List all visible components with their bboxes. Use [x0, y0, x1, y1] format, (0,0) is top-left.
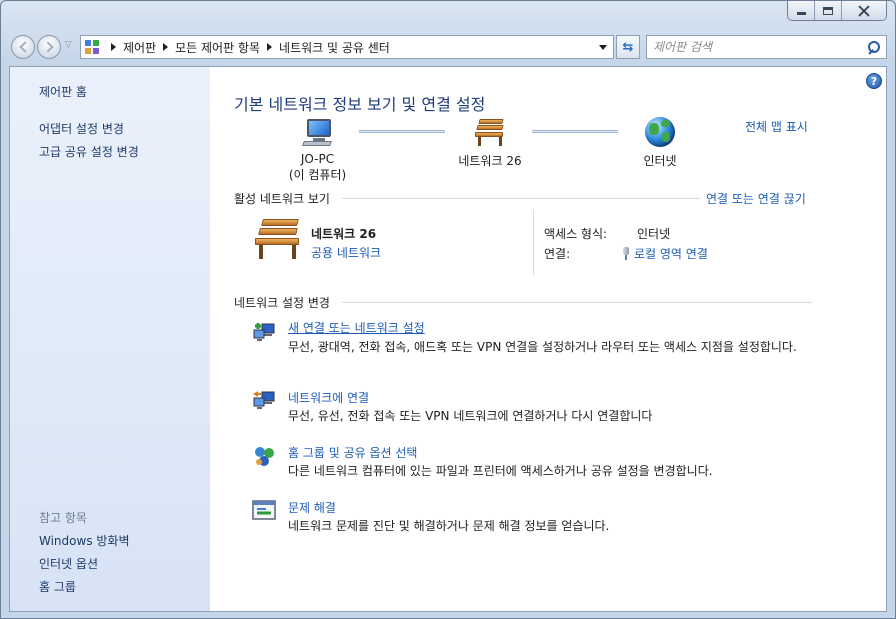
local-area-connection-link[interactable]: 로컬 영역 연결	[622, 245, 708, 262]
map-network-name: 네트워크 26	[458, 154, 522, 168]
main-panel: ? 기본 네트워크 정보 보기 및 연결 설정 전체 맵 표시 JO-PC (이…	[210, 67, 886, 611]
map-node-internet[interactable]: 인터넷	[630, 117, 690, 169]
breadcrumb-arrow-icon[interactable]	[111, 43, 116, 51]
forward-arrow-icon	[41, 41, 54, 53]
search-icon[interactable]	[867, 40, 880, 54]
change-settings-heading: 네트워크 설정 변경	[234, 296, 330, 310]
vertical-divider	[533, 210, 534, 275]
sidebar-windows-firewall[interactable]: Windows 방화벽	[39, 532, 130, 549]
sidebar-advanced-sharing[interactable]: 고급 공유 설정 변경	[39, 143, 139, 160]
bench-icon	[473, 117, 507, 147]
task-troubleshoot-desc: 네트워크 문제를 진단 및 해결하거나 문제 해결 정보를 얻습니다.	[288, 519, 610, 533]
section-divider	[342, 198, 700, 199]
sidebar-internet-options[interactable]: 인터넷 옵션	[39, 555, 98, 572]
minimize-button[interactable]	[788, 1, 815, 20]
forward-button[interactable]	[37, 35, 61, 59]
task-connect-network-desc: 무선, 유선, 전화 접속 또는 VPN 네트워크에 연결하거나 다시 연결합니…	[288, 409, 653, 423]
full-map-link[interactable]: 전체 맵 표시	[745, 118, 808, 135]
task-new-connection-link[interactable]: 새 연결 또는 네트워크 설정	[288, 319, 425, 336]
network-type-link[interactable]: 공용 네트워크	[311, 244, 381, 261]
control-panel-icon	[85, 39, 100, 55]
back-arrow-icon	[18, 41, 31, 53]
map-connection-line	[532, 130, 618, 133]
section-divider	[342, 302, 812, 303]
network-bench-icon	[252, 217, 304, 261]
access-type-label: 액세스 형식:	[544, 227, 608, 241]
task-troubleshoot-link[interactable]: 문제 해결	[288, 499, 336, 516]
breadcrumb-all-items[interactable]: 모든 제어판 항목	[175, 39, 260, 56]
address-bar[interactable]: 제어판 모든 제어판 항목 네트워크 및 공유 센터	[80, 35, 614, 59]
computer-name: JO-PC	[300, 152, 335, 166]
content-area: 제어판 홈 어댑터 설정 변경 고급 공유 설정 변경 참고 항목 Window…	[9, 66, 887, 612]
map-connection-line	[359, 130, 445, 133]
refresh-icon: ⇆	[622, 39, 634, 55]
help-icon[interactable]: ?	[866, 73, 882, 89]
minimize-icon	[796, 12, 806, 15]
sidebar-adapter-settings[interactable]: 어댑터 설정 변경	[39, 120, 124, 137]
sidebar-control-panel-home[interactable]: 제어판 홈	[39, 83, 87, 100]
task-homegroup-link[interactable]: 홈 그룹 및 공유 옵션 선택	[288, 444, 417, 461]
connections-label: 연결:	[544, 247, 571, 261]
task-new-connection-desc: 무선, 광대역, 전화 접속, 애드혹 또는 VPN 연결을 설정하거나 라우터…	[288, 340, 797, 354]
see-also-heading: 참고 항목	[39, 511, 87, 525]
search-input[interactable]	[653, 40, 867, 54]
active-network-name: 네트워크 26	[311, 227, 377, 241]
troubleshoot-icon	[252, 500, 276, 520]
maximize-button[interactable]	[815, 1, 842, 20]
sidebar: 제어판 홈 어댑터 설정 변경 고급 공유 설정 변경 참고 항목 Window…	[10, 67, 210, 611]
task-connect-network-link[interactable]: 네트워크에 연결	[288, 389, 369, 406]
breadcrumb-network-center[interactable]: 네트워크 및 공유 센터	[279, 39, 390, 56]
search-box[interactable]	[646, 35, 887, 59]
close-button[interactable]	[842, 1, 886, 20]
new-connection-icon	[253, 323, 275, 341]
address-dropdown-icon[interactable]	[599, 44, 607, 50]
window: ▽ 제어판 모든 제어판 항목 네트워크 및 공유 센터 ⇆ 제어판 홈 어댑터	[0, 0, 896, 619]
computer-sublabel: (이 컴퓨터)	[288, 168, 347, 182]
sidebar-homegroup[interactable]: 홈 그룹	[39, 578, 76, 595]
task-homegroup-desc: 다른 네트워크 컴퓨터에 있는 파일과 프린터에 액세스하거나 공유 설정을 변…	[288, 464, 713, 478]
breadcrumb-arrow-icon[interactable]	[267, 43, 273, 51]
back-button[interactable]	[11, 35, 35, 59]
active-networks-heading: 활성 네트워크 보기	[234, 192, 330, 206]
caption-buttons	[787, 1, 887, 21]
homegroup-icon	[255, 447, 274, 466]
breadcrumb-control-panel[interactable]: 제어판	[123, 39, 156, 56]
recent-pages-dropdown-icon[interactable]: ▽	[65, 40, 72, 50]
globe-icon	[645, 117, 675, 147]
map-internet-label: 인터넷	[643, 154, 677, 168]
refresh-button[interactable]: ⇆	[616, 35, 640, 59]
breadcrumb-arrow-icon[interactable]	[163, 43, 169, 51]
maximize-icon	[823, 6, 833, 15]
navigation-bar: ▽ 제어판 모든 제어판 항목 네트워크 및 공유 센터 ⇆	[9, 34, 889, 60]
network-plug-icon	[622, 247, 630, 260]
access-type-value: 인터넷	[637, 227, 671, 241]
connect-network-icon	[253, 391, 275, 409]
computer-icon	[301, 117, 335, 147]
close-icon	[858, 5, 870, 17]
local-area-connection-label: 로컬 영역 연결	[634, 247, 708, 261]
map-node-network[interactable]: 네트워크 26	[450, 117, 530, 169]
connect-disconnect-link[interactable]: 연결 또는 연결 끊기	[706, 190, 806, 207]
page-title: 기본 네트워크 정보 보기 및 연결 설정	[234, 95, 486, 114]
map-node-computer[interactable]: JO-PC (이 컴퓨터)	[280, 117, 355, 183]
